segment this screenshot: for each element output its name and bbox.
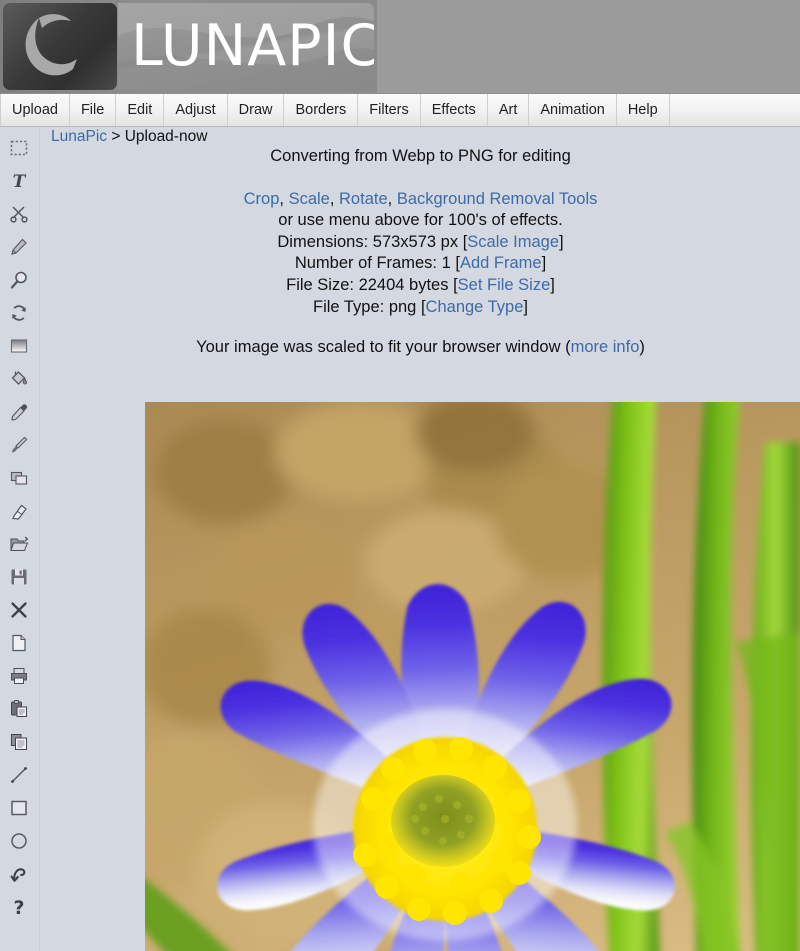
breadcrumb-separator: > (107, 128, 125, 145)
filesize-label: File Size: (286, 275, 354, 294)
scaled-note-prefix: Your image was scaled to fit your browse… (196, 338, 571, 356)
crop-link[interactable]: Crop (244, 190, 280, 208)
scissors-cut-icon[interactable] (3, 199, 35, 229)
menu-bar-filler (670, 94, 800, 126)
dimensions-line: Dimensions: 573x573 px [Scale Image] (41, 232, 800, 254)
quick-tools-line: Crop, Scale, Rotate, Background Removal … (41, 189, 800, 211)
crescent-moon-icon (25, 14, 77, 76)
filetype-label: File Type: (313, 297, 385, 316)
rotate-link[interactable]: Rotate (339, 190, 388, 208)
menu-file[interactable]: File (70, 94, 117, 126)
logo-banner[interactable]: LUNAPIC (0, 0, 377, 93)
bracket-close-3: ] (550, 275, 555, 294)
tool-sep-2: , (329, 189, 340, 208)
logo-mark (3, 3, 117, 90)
bracket-close-1: ] (559, 232, 564, 251)
menu-filters[interactable]: Filters (358, 94, 421, 126)
more-info-link[interactable]: more info (571, 338, 640, 356)
menu-effects[interactable]: Effects (421, 94, 488, 126)
eraser-icon[interactable] (3, 496, 35, 526)
scaled-note: Your image was scaled to fit your browse… (41, 338, 800, 357)
selection-marquee-icon[interactable] (3, 133, 35, 163)
set-file-size-link[interactable]: Set File Size (458, 276, 551, 294)
menu-art[interactable]: Art (488, 94, 530, 126)
svg-text:T: T (13, 172, 27, 191)
background-removal-link[interactable]: Background Removal Tools (397, 190, 598, 208)
menu-draw[interactable]: Draw (228, 94, 285, 126)
save-floppy-icon[interactable] (3, 562, 35, 592)
change-type-link[interactable]: Change Type (426, 298, 524, 316)
breadcrumb: LunaPic > Upload-now (51, 128, 207, 146)
site-header: LUNAPIC (0, 0, 800, 93)
scale-image-link[interactable]: Scale Image (467, 233, 559, 251)
filesize-line: File Size: 22404 bytes [Set File Size] (41, 275, 800, 297)
menu-borders[interactable]: Borders (284, 94, 359, 126)
close-x-icon[interactable] (3, 595, 35, 625)
logo-text: LUNAPIC (131, 13, 374, 79)
menu-edit[interactable]: Edit (116, 94, 165, 126)
menu-adjust[interactable]: Adjust (164, 94, 228, 126)
tool-sidebar[interactable]: T ? (0, 127, 40, 951)
frames-value: 1 (441, 254, 451, 273)
bracket-close-4: ] (523, 297, 528, 316)
circle-tool-icon[interactable] (3, 826, 35, 856)
menu-animation[interactable]: Animation (529, 94, 617, 126)
paintbrush-icon[interactable] (3, 430, 35, 460)
image-canvas[interactable] (145, 402, 800, 951)
paste-clipboard-icon[interactable] (3, 694, 35, 724)
eyedropper-icon[interactable] (3, 397, 35, 427)
paint-bucket-icon[interactable] (3, 364, 35, 394)
converting-notice: Converting from Webp to PNG for editing (270, 147, 571, 165)
scaled-note-suffix: ) (639, 338, 645, 356)
menu-upload[interactable]: Upload (0, 94, 70, 126)
undo-arrow-icon[interactable] (3, 859, 35, 889)
line-tool-icon[interactable] (3, 760, 35, 790)
scale-link[interactable]: Scale (289, 190, 330, 208)
svg-text:?: ? (13, 897, 24, 917)
tool-sep-1: , (279, 189, 289, 208)
printer-icon[interactable] (3, 661, 35, 691)
layers-icon[interactable] (3, 463, 35, 493)
filetype-line: File Type: png [Change Type] (41, 297, 800, 319)
open-folder-icon[interactable] (3, 529, 35, 559)
filetype-value: png (388, 297, 417, 316)
rotate-refresh-icon[interactable] (3, 298, 35, 328)
pencil-icon[interactable] (3, 232, 35, 262)
copy-duplicate-icon[interactable] (3, 727, 35, 757)
frames-line: Number of Frames: 1 [Add Frame] (41, 253, 800, 275)
filesize-value: 22404 bytes (358, 275, 449, 294)
breadcrumb-current: Upload-now (124, 128, 208, 145)
logo-wordmark-panel: LUNAPIC (118, 3, 374, 90)
menu-hint: or use menu above for 100's of effects. (278, 211, 563, 230)
add-frame-link[interactable]: Add Frame (460, 254, 542, 272)
magnifier-zoom-icon[interactable] (3, 265, 35, 295)
bracket-close-2: ] (541, 254, 547, 273)
dimensions-label: Dimensions: (277, 232, 369, 251)
main-menu-bar[interactable]: Upload File Edit Adjust Draw Borders Fil… (0, 93, 800, 127)
main-content: LunaPic > Upload-now Converting from Web… (41, 127, 800, 951)
help-question-icon[interactable]: ? (3, 892, 35, 922)
image-info-panel: Converting from Webp to PNG for editing … (41, 146, 800, 318)
menu-help[interactable]: Help (617, 94, 670, 126)
breadcrumb-home-link[interactable]: LunaPic (51, 128, 107, 145)
dimensions-value: 573x573 px (372, 232, 459, 251)
gradient-icon[interactable] (3, 331, 35, 361)
flower-photo[interactable] (145, 402, 800, 951)
info-spacer-1 (41, 168, 800, 189)
text-tool-icon[interactable]: T (3, 166, 35, 196)
tool-sep-3: , (387, 189, 397, 208)
rectangle-tool-icon[interactable] (3, 793, 35, 823)
frames-label: Number of Frames: (294, 254, 437, 273)
new-file-icon[interactable] (3, 628, 35, 658)
